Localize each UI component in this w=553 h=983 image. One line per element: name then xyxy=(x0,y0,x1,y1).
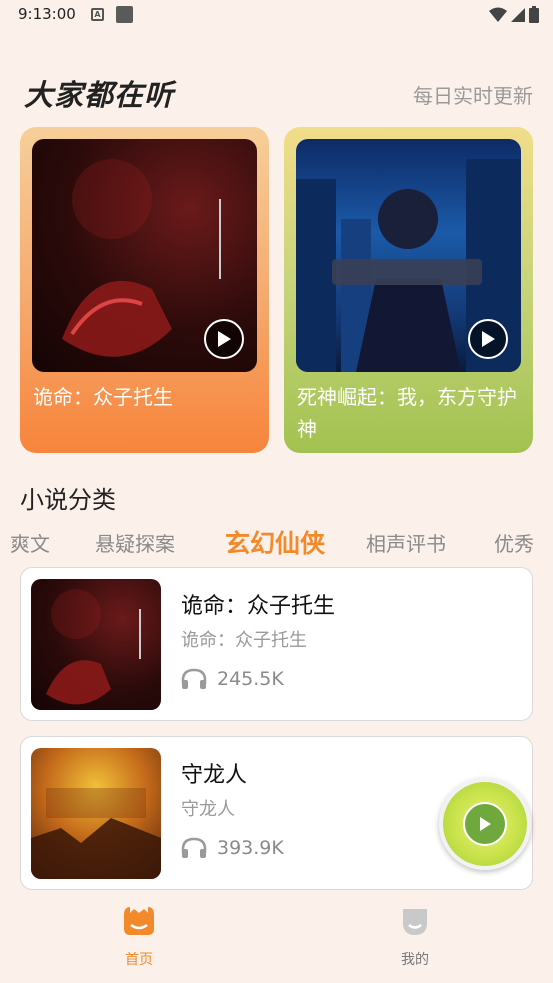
nav-home-label: 首页 xyxy=(125,952,153,968)
category-tabs: 爽文 悬疑探案 玄幻仙侠 相声评书 优秀 xyxy=(0,520,553,560)
tab-category[interactable]: 优秀 xyxy=(494,528,534,557)
tab-category[interactable]: 爽文 xyxy=(10,528,50,557)
status-time: 9:13:00 xyxy=(18,5,76,23)
play-button[interactable] xyxy=(204,319,244,359)
book-subtitle: 诡命：众子托生 xyxy=(181,630,307,651)
nav-mine[interactable]: 我的 xyxy=(375,903,455,969)
book-cover-image xyxy=(31,579,161,710)
nav-mine-label: 我的 xyxy=(401,952,429,968)
book-cover-image xyxy=(32,139,257,372)
status-icons xyxy=(489,6,539,23)
book-subtitle: 守龙人 xyxy=(181,799,235,820)
update-note: 每日实时更新 xyxy=(413,84,533,108)
cover-art xyxy=(46,589,141,705)
signal-icon xyxy=(511,7,525,22)
floating-player-button[interactable] xyxy=(439,778,531,870)
profile-icon xyxy=(397,903,433,939)
play-count: 245.5K xyxy=(181,668,284,690)
featured-card-1[interactable]: 诡命：众子托生 xyxy=(20,127,269,453)
section-title-categories: 小说分类 xyxy=(20,486,116,514)
play-icon xyxy=(480,817,491,831)
tab-category[interactable]: 悬疑探案 xyxy=(95,528,175,557)
featured-title: 诡命：众子托生 xyxy=(33,385,173,409)
section-title-popular: 大家都在听 xyxy=(24,78,175,112)
headphones-icon xyxy=(181,668,207,689)
cover-art xyxy=(31,788,161,879)
home-icon xyxy=(121,903,157,939)
bottom-nav: 首页 我的 xyxy=(0,893,553,983)
tab-category-active[interactable]: 玄幻仙侠 xyxy=(225,524,325,560)
battery-icon xyxy=(529,6,539,23)
play-icon xyxy=(218,331,231,347)
featured-title: 死神崛起：我，东方守护神 xyxy=(297,385,517,441)
book-cover-image xyxy=(31,748,161,879)
tab-category[interactable]: 相声评书 xyxy=(366,528,446,557)
nav-home[interactable]: 首页 xyxy=(99,903,179,969)
app-notification-icon xyxy=(116,6,133,23)
play-count-value: 245.5K xyxy=(217,668,284,690)
headphones-icon xyxy=(181,837,207,858)
play-button[interactable] xyxy=(468,319,508,359)
player-play-button xyxy=(463,802,507,846)
notification-icon: A xyxy=(91,8,104,21)
featured-card-2[interactable]: 死神崛起：我，东方守护神 xyxy=(284,127,533,453)
play-count-value: 393.9K xyxy=(217,837,284,859)
list-item[interactable]: 诡命：众子托生 诡命：众子托生 245.5K xyxy=(20,567,533,721)
play-count: 393.9K xyxy=(181,837,284,859)
wifi-icon xyxy=(489,7,507,22)
book-title: 守龙人 xyxy=(181,763,248,788)
play-icon xyxy=(482,331,495,347)
book-cover-image xyxy=(296,139,521,372)
book-title: 诡命：众子托生 xyxy=(181,594,336,619)
status-bar: 9:13:00 A xyxy=(0,0,553,32)
